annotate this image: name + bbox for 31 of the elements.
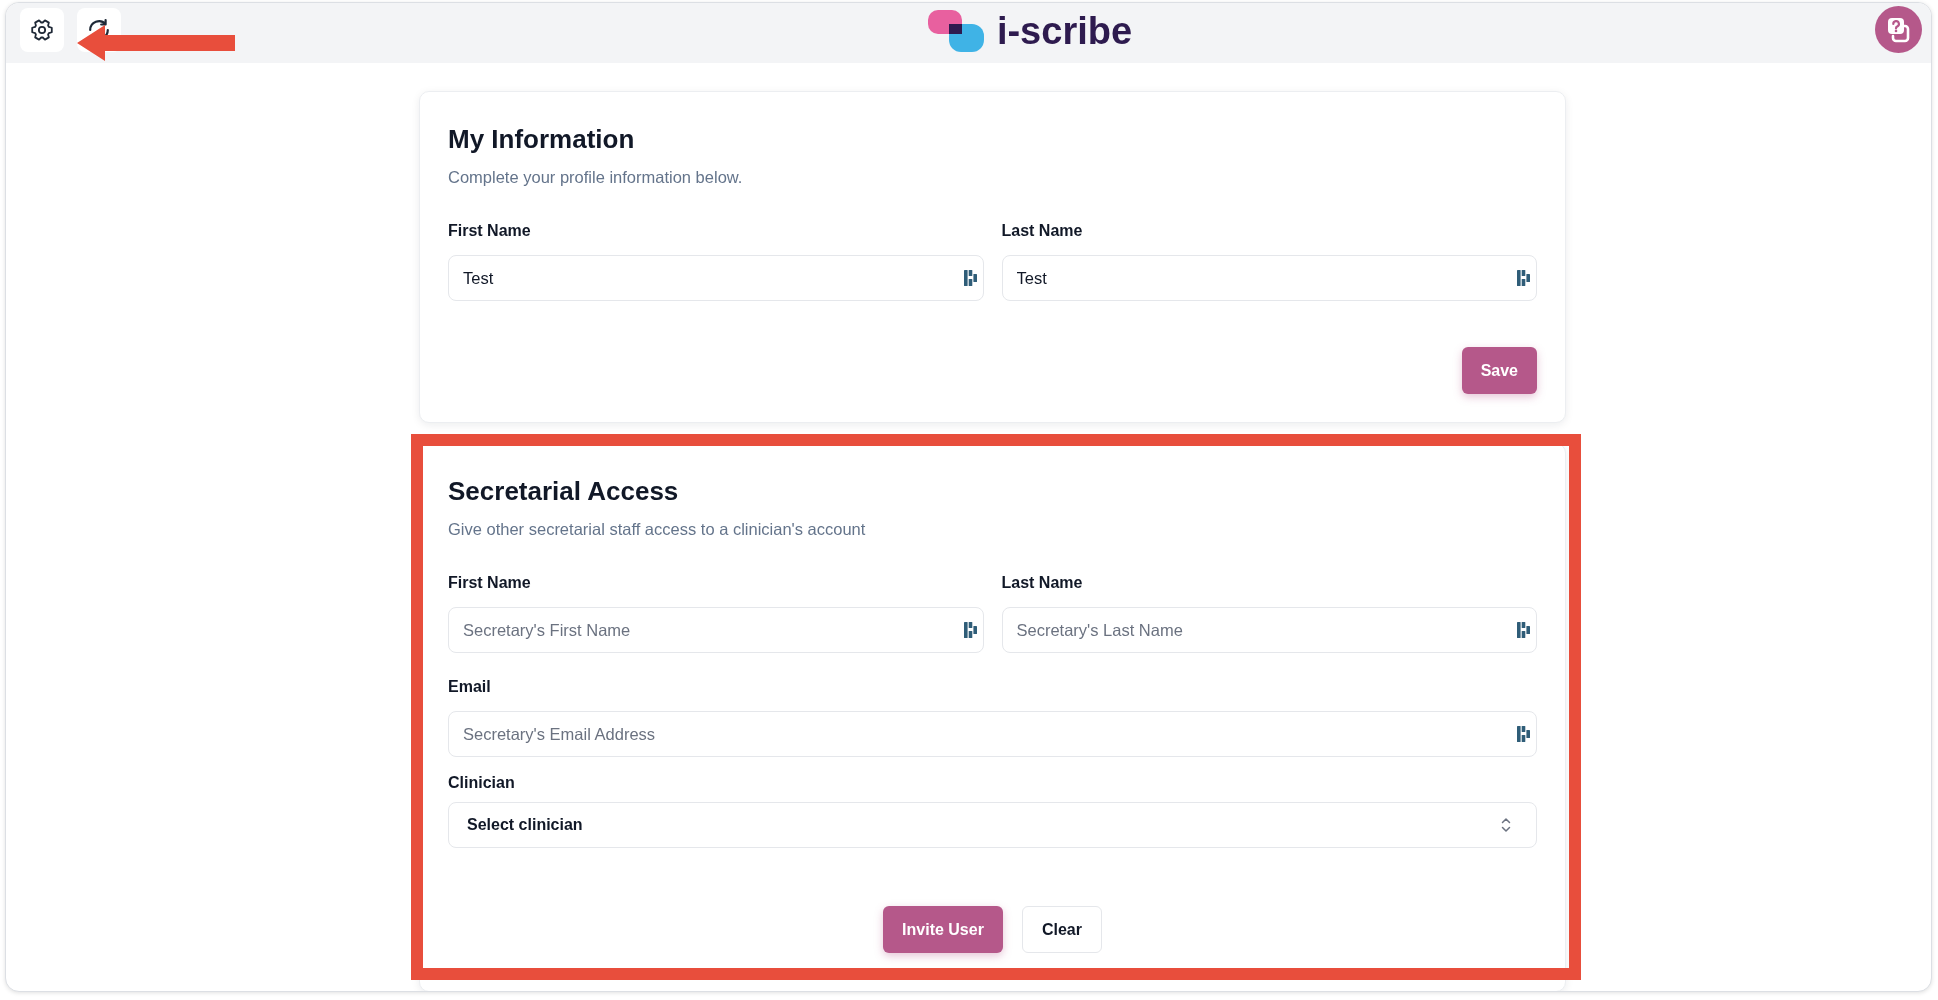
help-icon [1875,6,1922,53]
settings-button[interactable] [20,8,64,52]
field-label: Email [448,677,491,697]
field-label: First Name [448,221,531,241]
input-field[interactable]: Test [448,255,984,301]
select-field[interactable]: Select clinician [448,802,1537,848]
field-label: Last Name [1001,573,1083,593]
input-field[interactable]: Secretary's Email Address [448,711,1537,757]
field-label: Clinician [448,773,515,793]
primary-button[interactable]: Save [1461,347,1537,394]
input-field[interactable]: Secretary's First Name [448,607,984,653]
vertical-bars-icon [1517,726,1530,742]
input-field[interactable]: Secretary's Last Name [1001,607,1537,653]
section-subtitle: Complete your profile information below. [448,167,744,188]
vertical-bars-icon [1517,270,1530,286]
input-field[interactable]: Test [1001,255,1537,301]
vertical-bars-icon [963,622,977,638]
secondary-button[interactable]: Clear [1021,906,1102,953]
field-label: First Name [448,573,531,593]
section-subtitle: Give other secretarial staff access to a clinician's account [448,519,867,540]
vertical-bars-icon [1517,622,1530,638]
brand-name: i-scribe [996,9,1133,53]
section-title: Secretarial Access [448,475,680,507]
logo-icon [927,10,984,52]
primary-button[interactable]: Invite User [883,906,1003,953]
field-label: Last Name [1001,221,1083,241]
help-button[interactable] [1875,6,1922,53]
settings-icon [31,19,53,41]
chevron-up-down-icon [1501,817,1511,833]
section-title: My Information [448,123,636,155]
vertical-bars-icon [963,270,977,286]
